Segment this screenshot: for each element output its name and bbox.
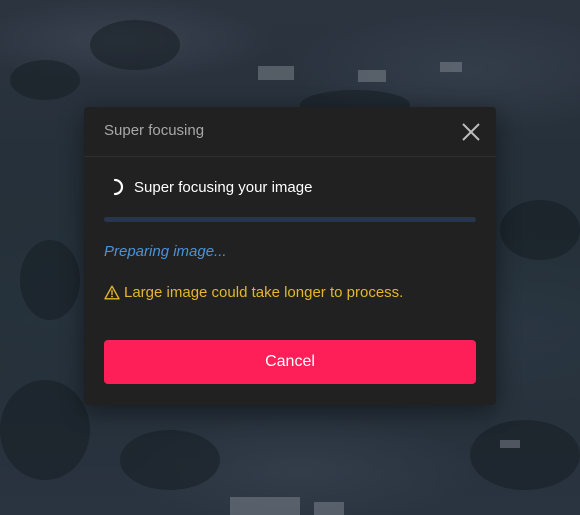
backdrop-building: [358, 70, 386, 82]
close-button[interactable]: [458, 119, 484, 145]
spinner-icon: [113, 178, 124, 196]
backdrop-tree: [500, 200, 580, 260]
super-focus-dialog: Super focusing Super focusing your image…: [84, 107, 496, 405]
close-icon: [462, 123, 480, 141]
backdrop-tree: [90, 20, 180, 70]
warning-message: Large image could take longer to process…: [104, 282, 403, 302]
warning-triangle-icon: [104, 285, 120, 299]
backdrop-building: [230, 497, 300, 515]
warning-text: Large image could take longer to process…: [124, 283, 404, 301]
dialog-header: Super focusing: [84, 107, 496, 157]
dialog-title: Super focusing: [104, 122, 205, 139]
backdrop-tree: [20, 240, 80, 320]
backdrop-building: [500, 440, 520, 448]
backdrop-tree: [470, 420, 580, 490]
progress-bar: [104, 217, 476, 222]
backdrop-tree: [10, 60, 80, 100]
backdrop-building: [314, 502, 344, 515]
cancel-button[interactable]: Cancel: [104, 340, 476, 384]
status-text: Super focusing your image: [134, 179, 313, 196]
backdrop-tree: [120, 430, 220, 490]
backdrop-building: [258, 66, 294, 80]
backdrop-tree: [0, 380, 90, 480]
backdrop-building: [440, 62, 462, 72]
stage-text: Preparing image...: [104, 243, 227, 260]
